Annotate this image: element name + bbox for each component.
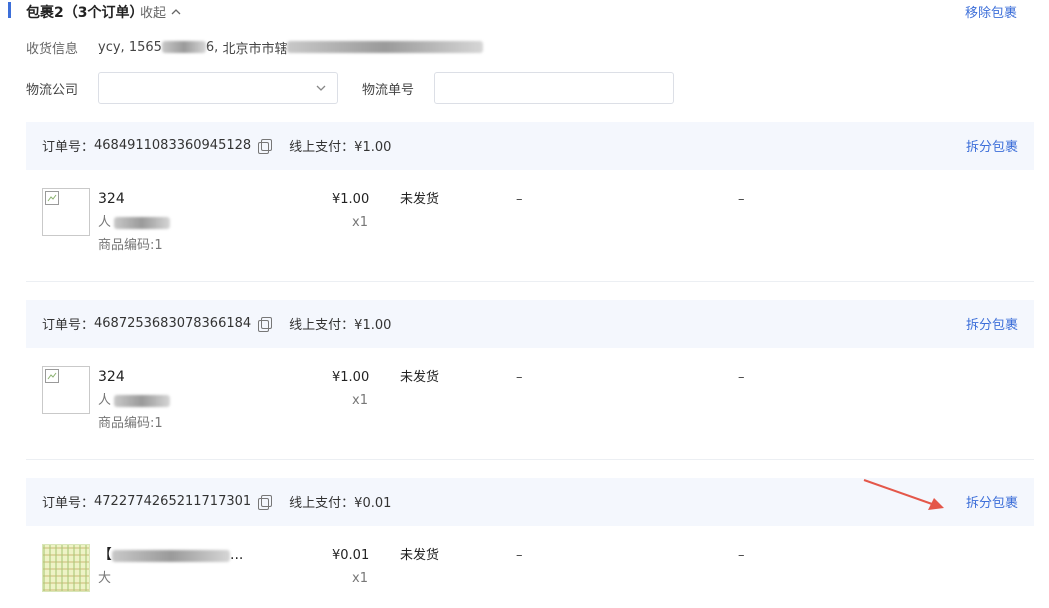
redacted-spec xyxy=(114,394,171,407)
order-header: 订单号： 4684911083360945128 线上支付：¥1.00 拆分包裹 xyxy=(26,122,1034,170)
product-image xyxy=(42,188,90,236)
package-header: 包裹2（3个订单） 收起 移除包裹 xyxy=(0,0,1049,22)
item-quantity: x1 xyxy=(352,215,368,230)
order-item-row: 【 ... 大 ¥0.01 x1 未发货 – – xyxy=(26,528,1034,608)
product-image xyxy=(42,366,90,414)
product-name-ellipsis: ... xyxy=(230,547,244,563)
payment-amount: 线上支付：¥0.01 xyxy=(289,496,392,511)
product-spec: 大 xyxy=(98,571,112,586)
copy-icon[interactable] xyxy=(257,494,273,510)
product-spec: 人 xyxy=(98,393,112,408)
logistics-company-label: 物流公司 xyxy=(26,82,79,98)
payment-amount: 线上支付：¥1.00 xyxy=(289,318,392,333)
tracking-number-input[interactable] xyxy=(434,72,674,104)
item-quantity: x1 xyxy=(352,393,368,408)
shipping-label: 收货信息 xyxy=(26,41,79,57)
shipping-info: 收货信息 ycy, 1565 6, 北京市市辖 xyxy=(26,37,484,57)
item-price: ¥0.01 xyxy=(332,548,370,563)
order-header: 订单号： 4687253683078366184 线上支付：¥1.00 拆分包裹 xyxy=(26,300,1034,348)
order-id-label: 订单号： xyxy=(42,496,95,511)
order-id: 4722774265211717301 xyxy=(94,494,252,509)
split-package-link[interactable]: 拆分包裹 xyxy=(966,492,1018,511)
broken-image-icon xyxy=(45,369,59,383)
product-name-start: 【 xyxy=(98,547,112,563)
broken-image-icon xyxy=(45,191,59,205)
order-id: 4687253683078366184 xyxy=(94,316,252,331)
split-package-link[interactable]: 拆分包裹 xyxy=(966,136,1018,155)
copy-icon[interactable] xyxy=(257,316,273,332)
phone-start: 1565 xyxy=(128,39,162,55)
shipment-status: 未发货 xyxy=(400,192,440,207)
split-package-link[interactable]: 拆分包裹 xyxy=(966,314,1018,333)
empty-cell: – xyxy=(738,370,745,385)
annotation-arrow xyxy=(863,479,944,510)
phone-end: 6, xyxy=(205,39,219,55)
collapse-toggle[interactable]: 收起 xyxy=(140,2,182,21)
item-quantity: x1 xyxy=(352,571,368,586)
empty-cell: – xyxy=(516,548,523,563)
shipment-status: 未发货 xyxy=(400,370,440,385)
empty-cell: – xyxy=(738,192,745,207)
address-start: 北京市市辖 xyxy=(222,41,288,57)
collapse-label: 收起 xyxy=(140,6,167,21)
recipient-name: ycy, xyxy=(98,39,125,55)
tracking-number-label: 物流单号 xyxy=(362,82,415,98)
chevron-down-icon xyxy=(316,85,326,91)
order-id: 4684911083360945128 xyxy=(94,138,252,153)
redacted-phone xyxy=(161,41,206,53)
item-price: ¥1.00 xyxy=(332,192,370,207)
shipping-address: ycy, 1565 6, 北京市市辖 xyxy=(98,38,484,57)
accent-bar xyxy=(8,2,11,18)
item-price: ¥1.00 xyxy=(332,370,370,385)
order-item-row: 324 人 商品编码:1 ¥1.00 x1 未发货 – – xyxy=(26,350,1034,460)
empty-cell: – xyxy=(738,548,745,563)
order-id-label: 订单号： xyxy=(42,140,95,155)
logistics-form: 物流公司 物流单号 xyxy=(26,72,674,104)
redacted-address xyxy=(287,41,484,53)
order-id-label: 订单号： xyxy=(42,318,95,333)
shipment-status: 未发货 xyxy=(400,548,440,563)
payment-amount: 线上支付：¥1.00 xyxy=(289,140,392,155)
chevron-up-icon xyxy=(171,8,181,14)
order-item-row: 324 人 商品编码:1 ¥1.00 x1 未发货 – – xyxy=(26,172,1034,282)
product-name: 324 xyxy=(98,369,125,385)
redacted-product-name xyxy=(112,549,230,562)
empty-cell: – xyxy=(516,370,523,385)
product-spec: 人 xyxy=(98,215,112,230)
product-image xyxy=(42,544,90,592)
product-name: 324 xyxy=(98,191,125,207)
product-code: 商品编码:1 xyxy=(98,238,163,253)
copy-icon[interactable] xyxy=(257,138,273,154)
logistics-company-select[interactable] xyxy=(98,72,338,104)
product-code: 商品编码:1 xyxy=(98,416,163,431)
package-title: 包裹2（3个订单） xyxy=(26,5,144,21)
remove-package-link[interactable]: 移除包裹 xyxy=(965,2,1017,21)
empty-cell: – xyxy=(516,192,523,207)
redacted-spec xyxy=(114,216,171,229)
